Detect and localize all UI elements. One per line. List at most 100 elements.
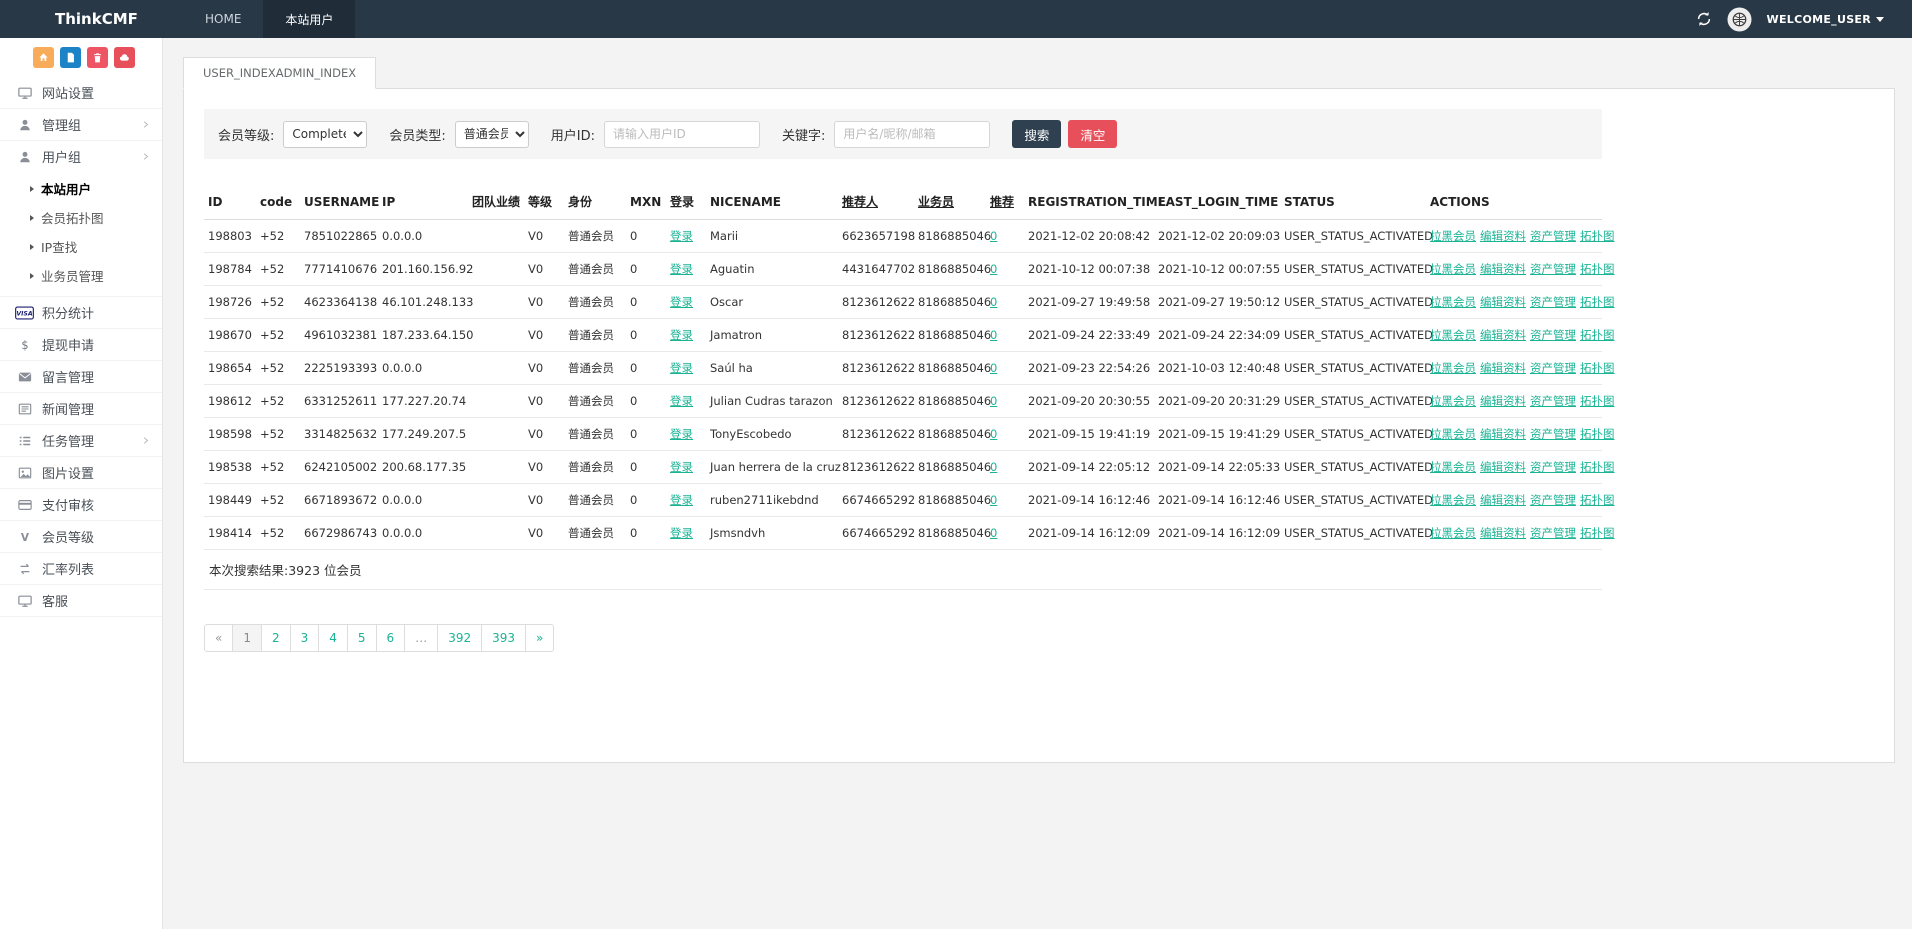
action-asset-management-link[interactable]: 资产管理 xyxy=(1530,427,1576,441)
login-link[interactable]: 登录 xyxy=(670,262,693,276)
keyword-input[interactable] xyxy=(834,121,990,148)
action-asset-management-link[interactable]: 资产管理 xyxy=(1530,394,1576,408)
action-blacklist-link[interactable]: 拉黑会员 xyxy=(1430,493,1476,507)
recommend-count-link[interactable]: 0 xyxy=(990,427,997,441)
trash-quick-button[interactable] xyxy=(87,47,108,68)
sidebar-item-member-level-row[interactable]: V会员等级 xyxy=(0,521,162,552)
action-asset-management-link[interactable]: 资产管理 xyxy=(1530,328,1576,342)
action-blacklist-link[interactable]: 拉黑会员 xyxy=(1430,526,1476,540)
action-topology-link[interactable]: 拓扑图 xyxy=(1580,493,1615,507)
action-asset-management-link[interactable]: 资产管理 xyxy=(1530,460,1576,474)
action-blacklist-link[interactable]: 拉黑会员 xyxy=(1430,460,1476,474)
nav-item-site-users[interactable]: 本站用户 xyxy=(263,0,355,38)
docs-quick-button[interactable] xyxy=(60,47,81,68)
action-blacklist-link[interactable]: 拉黑会员 xyxy=(1430,427,1476,441)
action-edit-profile-link[interactable]: 编辑资料 xyxy=(1480,427,1526,441)
action-asset-management-link[interactable]: 资产管理 xyxy=(1530,262,1576,276)
pagination-page-3[interactable]: 3 xyxy=(290,624,320,652)
action-edit-profile-link[interactable]: 编辑资料 xyxy=(1480,526,1526,540)
recommend-count-link[interactable]: 0 xyxy=(990,328,997,342)
sidebar-item-user-group-row[interactable]: 用户组 xyxy=(0,141,162,172)
login-link[interactable]: 登录 xyxy=(670,361,693,375)
action-edit-profile-link[interactable]: 编辑资料 xyxy=(1480,361,1526,375)
login-link[interactable]: 登录 xyxy=(670,229,693,243)
pagination-page-392[interactable]: 392 xyxy=(437,624,482,652)
action-blacklist-link[interactable]: 拉黑会员 xyxy=(1430,394,1476,408)
pagination-page-4[interactable]: 4 xyxy=(318,624,348,652)
action-topology-link[interactable]: 拓扑图 xyxy=(1580,394,1615,408)
sidebar-item-points-stats-row[interactable]: VISA积分统计 xyxy=(0,297,162,328)
pagination-page-6[interactable]: 6 xyxy=(376,624,406,652)
action-edit-profile-link[interactable]: 编辑资料 xyxy=(1480,493,1526,507)
recommend-count-link[interactable]: 0 xyxy=(990,262,997,276)
login-link[interactable]: 登录 xyxy=(670,394,693,408)
action-topology-link[interactable]: 拓扑图 xyxy=(1580,427,1615,441)
home-quick-button[interactable] xyxy=(33,47,54,68)
recommend-count-link[interactable]: 0 xyxy=(990,493,997,507)
member-level-select[interactable]: Complete xyxy=(283,121,367,148)
sidebar-subitem-site-users[interactable]: 本站用户 xyxy=(0,174,162,203)
user-id-input[interactable] xyxy=(604,121,760,148)
sidebar-subitem-salesman-management[interactable]: 业务员管理 xyxy=(0,261,162,290)
action-edit-profile-link[interactable]: 编辑资料 xyxy=(1480,229,1526,243)
sidebar-item-exchange-rate-list-row[interactable]: 汇率列表 xyxy=(0,553,162,584)
action-topology-link[interactable]: 拓扑图 xyxy=(1580,361,1615,375)
column-header-salesman[interactable]: 业务员 xyxy=(914,183,986,220)
action-blacklist-link[interactable]: 拉黑会员 xyxy=(1430,295,1476,309)
column-header-recommend[interactable]: 推荐 xyxy=(986,183,1024,220)
action-asset-management-link[interactable]: 资产管理 xyxy=(1530,295,1576,309)
action-blacklist-link[interactable]: 拉黑会员 xyxy=(1430,229,1476,243)
clear-button[interactable]: 清空 xyxy=(1068,120,1117,148)
action-topology-link[interactable]: 拓扑图 xyxy=(1580,460,1615,474)
recommend-count-link[interactable]: 0 xyxy=(990,229,997,243)
sidebar-item-payment-review-row[interactable]: 支付审核 xyxy=(0,489,162,520)
sidebar-subitem-member-topology[interactable]: 会员拓扑图 xyxy=(0,203,162,232)
recommend-count-link[interactable]: 0 xyxy=(990,526,997,540)
login-link[interactable]: 登录 xyxy=(670,460,693,474)
action-topology-link[interactable]: 拓扑图 xyxy=(1580,295,1615,309)
cloud-quick-button[interactable] xyxy=(114,47,135,68)
action-edit-profile-link[interactable]: 编辑资料 xyxy=(1480,262,1526,276)
action-asset-management-link[interactable]: 资产管理 xyxy=(1530,361,1576,375)
pagination-page-393[interactable]: 393 xyxy=(481,624,526,652)
recommend-count-link[interactable]: 0 xyxy=(990,361,997,375)
action-edit-profile-link[interactable]: 编辑资料 xyxy=(1480,394,1526,408)
sidebar-item-admin-group-row[interactable]: 管理组 xyxy=(0,109,162,140)
action-topology-link[interactable]: 拓扑图 xyxy=(1580,229,1615,243)
action-edit-profile-link[interactable]: 编辑资料 xyxy=(1480,460,1526,474)
sidebar-item-customer-service-row[interactable]: 客服 xyxy=(0,585,162,616)
sidebar-item-image-settings-row[interactable]: 图片设置 xyxy=(0,457,162,488)
pagination-page-5[interactable]: 5 xyxy=(347,624,377,652)
action-topology-link[interactable]: 拓扑图 xyxy=(1580,328,1615,342)
action-asset-management-link[interactable]: 资产管理 xyxy=(1530,229,1576,243)
refresh-button[interactable] xyxy=(1696,11,1712,27)
column-header-referrer[interactable]: 推荐人 xyxy=(838,183,914,220)
user-avatar-icon[interactable] xyxy=(1727,7,1752,32)
pagination-page-2[interactable]: 2 xyxy=(261,624,291,652)
nav-item-home[interactable]: HOME xyxy=(183,0,263,38)
member-type-select[interactable]: 普通会员 xyxy=(455,121,529,148)
login-link[interactable]: 登录 xyxy=(670,295,693,309)
action-edit-profile-link[interactable]: 编辑资料 xyxy=(1480,295,1526,309)
action-blacklist-link[interactable]: 拉黑会员 xyxy=(1430,262,1476,276)
recommend-count-link[interactable]: 0 xyxy=(990,394,997,408)
action-topology-link[interactable]: 拓扑图 xyxy=(1580,526,1615,540)
action-asset-management-link[interactable]: 资产管理 xyxy=(1530,526,1576,540)
sidebar-item-news-management-row[interactable]: 新闻管理 xyxy=(0,393,162,424)
tab-user-index[interactable]: USER_INDEXADMIN_INDEX xyxy=(183,57,376,89)
action-blacklist-link[interactable]: 拉黑会员 xyxy=(1430,328,1476,342)
sidebar-subitem-ip-search[interactable]: IP查找 xyxy=(0,232,162,261)
recommend-count-link[interactable]: 0 xyxy=(990,460,997,474)
login-link[interactable]: 登录 xyxy=(670,526,693,540)
sidebar-item-message-management-row[interactable]: 留言管理 xyxy=(0,361,162,392)
login-link[interactable]: 登录 xyxy=(670,493,693,507)
sidebar-item-task-management-row[interactable]: 任务管理 xyxy=(0,425,162,456)
action-topology-link[interactable]: 拓扑图 xyxy=(1580,262,1615,276)
login-link[interactable]: 登录 xyxy=(670,328,693,342)
recommend-count-link[interactable]: 0 xyxy=(990,295,997,309)
search-button[interactable]: 搜索 xyxy=(1012,120,1061,148)
action-edit-profile-link[interactable]: 编辑资料 xyxy=(1480,328,1526,342)
pagination-next[interactable]: » xyxy=(525,624,554,652)
action-blacklist-link[interactable]: 拉黑会员 xyxy=(1430,361,1476,375)
sidebar-item-withdraw-request-row[interactable]: $提现申请 xyxy=(0,329,162,360)
